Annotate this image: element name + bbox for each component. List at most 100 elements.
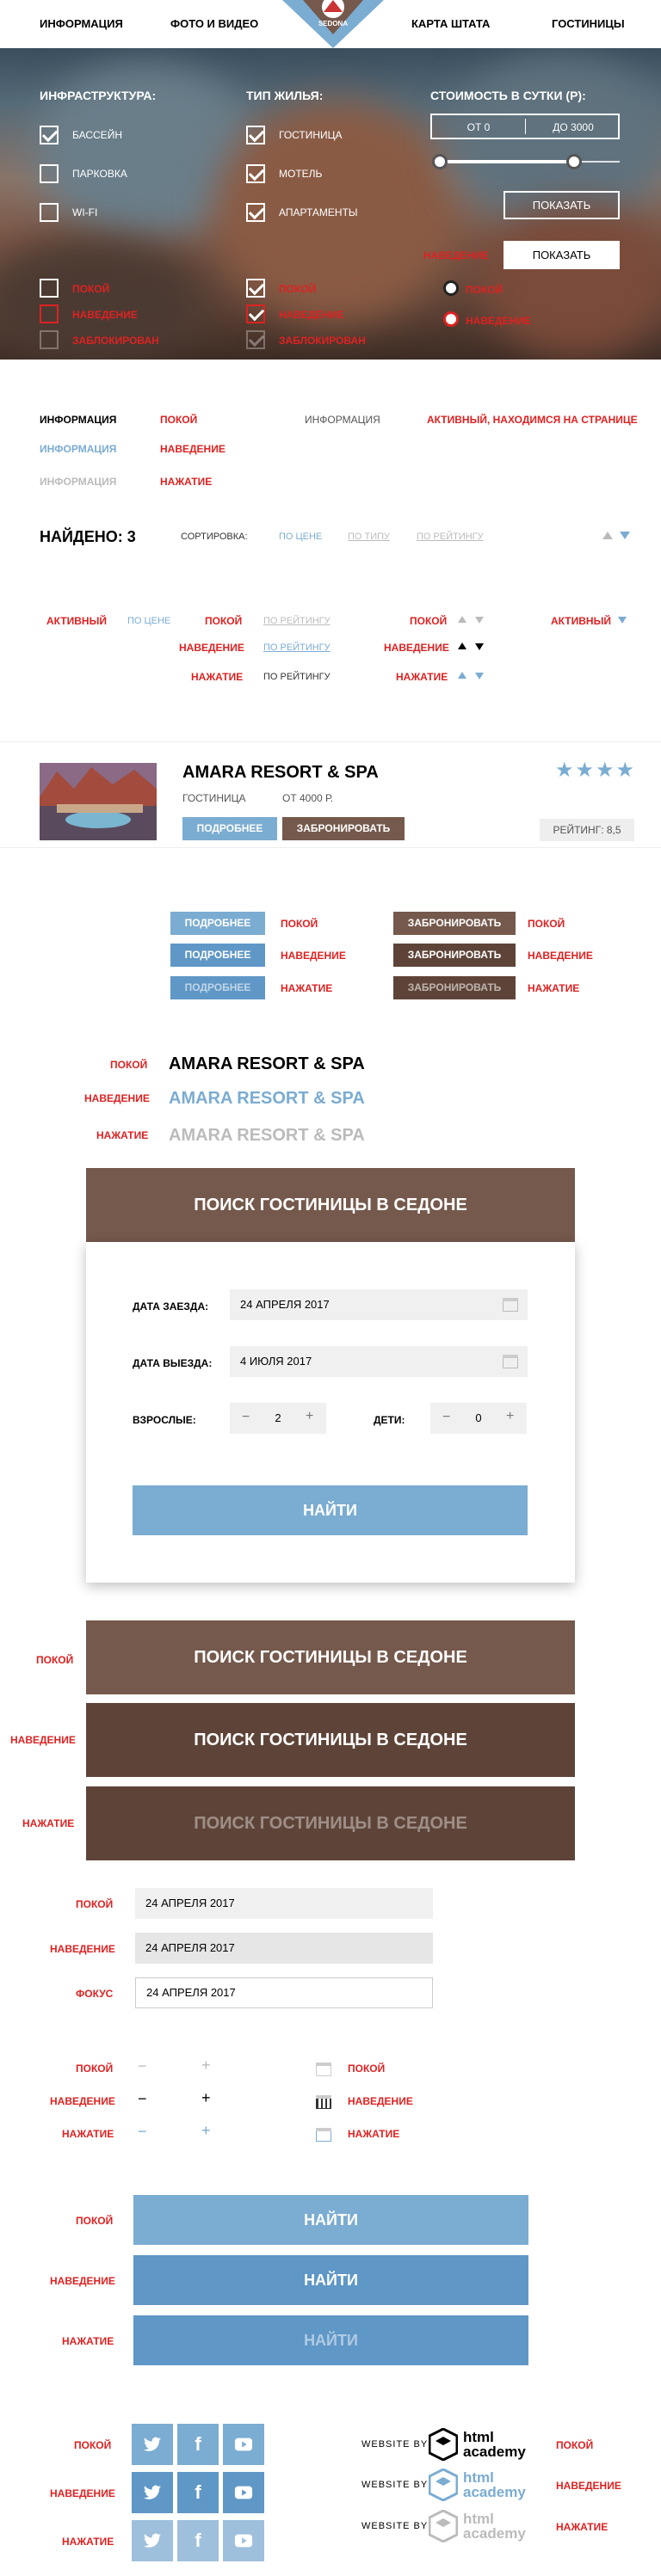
checkbox-checked-hover-state[interactable] xyxy=(246,304,265,323)
facebook-icon[interactable]: f xyxy=(177,2424,219,2465)
plus-icon[interactable]: + xyxy=(306,1409,313,1424)
youtube-icon[interactable] xyxy=(223,2472,264,2513)
facebook-icon[interactable]: f xyxy=(177,2472,219,2513)
price-slider-min-handle[interactable] xyxy=(432,154,448,169)
nav-link-hover-example[interactable]: Информация xyxy=(40,443,116,455)
book-button-press[interactable]: Забронировать xyxy=(393,976,516,999)
submit-button-rest[interactable]: Найти xyxy=(133,2195,528,2245)
slider-handle-hover-state[interactable] xyxy=(443,311,459,327)
search-header-rest[interactable]: Поиск гостиницы в Седоне xyxy=(86,1620,575,1694)
search-header-press[interactable]: Поиск гостиницы в Седоне xyxy=(86,1786,575,1860)
calendar-icon[interactable] xyxy=(503,1298,518,1312)
sort-asc-arrow[interactable] xyxy=(602,532,613,539)
plus-icon[interactable]: + xyxy=(506,1409,514,1424)
calendar-icon[interactable] xyxy=(316,2095,331,2109)
price-title: Стоимость в сутки (Р): xyxy=(430,89,586,102)
checkbox-apartments[interactable] xyxy=(246,203,265,222)
checkbox-checked-rest-state[interactable] xyxy=(246,279,265,298)
hover-state-label: Наведение xyxy=(423,249,489,261)
sort-desc-arrow[interactable] xyxy=(620,532,630,539)
search-header-hover[interactable]: Поиск гостиницы в Седоне xyxy=(86,1703,575,1777)
nav-hotels-link[interactable]: Гостиницы xyxy=(552,17,625,30)
price-from-input[interactable]: от 0 xyxy=(432,121,525,133)
arrow-press-up[interactable] xyxy=(458,672,466,679)
date-input-hover[interactable]: 24 апреля 2017 xyxy=(135,1933,433,1964)
more-button-hover[interactable]: Подробнее xyxy=(170,944,265,967)
more-button-press[interactable]: Подробнее xyxy=(170,976,265,999)
checkbox-blocked-state xyxy=(40,330,59,349)
twitter-icon[interactable] xyxy=(132,2472,173,2513)
date-input-focus[interactable]: 24 апреля 2017 xyxy=(135,1977,433,2008)
sedona-logo[interactable]: SEDONA xyxy=(277,0,389,48)
price-slider-max-handle[interactable] xyxy=(566,154,582,169)
facebook-icon[interactable]: f xyxy=(177,2520,219,2561)
show-button-hover[interactable]: Показать xyxy=(503,241,620,269)
arrow-press-down[interactable] xyxy=(475,673,484,679)
academy-logo[interactable]: html academy xyxy=(429,2428,541,2461)
label-wifi: Wi-Fi xyxy=(72,206,98,218)
hotel-more-button[interactable]: Подробнее xyxy=(182,817,277,840)
hotel-name[interactable]: Amara Resort & Spa xyxy=(182,763,379,783)
minus-icon[interactable]: − xyxy=(138,2090,147,2108)
nav-info-link[interactable]: Информация xyxy=(40,17,123,30)
checkbox-rest-state[interactable] xyxy=(40,279,59,298)
nav-link-press-example[interactable]: Информация xyxy=(40,476,116,488)
plus-icon[interactable]: + xyxy=(201,2122,211,2140)
sort-by-price[interactable]: По цене xyxy=(279,532,322,542)
youtube-icon[interactable] xyxy=(223,2520,264,2561)
checkbox-hotel[interactable] xyxy=(246,126,265,144)
minus-icon[interactable]: − xyxy=(138,2057,147,2075)
submit-button-hover[interactable]: Найти xyxy=(133,2255,528,2305)
youtube-icon[interactable] xyxy=(223,2424,264,2465)
more-button-rest[interactable]: Подробнее xyxy=(170,912,265,935)
hotel-name-hover[interactable]: Amara Resort & Spa xyxy=(169,1089,365,1109)
calendar-icon[interactable] xyxy=(316,2063,331,2076)
calendar-icon[interactable] xyxy=(316,2128,331,2142)
nav-link-active-example[interactable]: Информация xyxy=(305,414,380,426)
nav-photo-link[interactable]: Фото и видео xyxy=(170,17,258,30)
sort-active-example[interactable]: По цене xyxy=(127,616,170,626)
sort-by-type[interactable]: По типу xyxy=(348,532,390,542)
hotel-photo xyxy=(40,763,157,840)
checkbox-pool[interactable] xyxy=(40,126,59,144)
checkbox-motel[interactable] xyxy=(246,164,265,183)
arrow-rest-down[interactable] xyxy=(475,617,484,624)
twitter-icon[interactable] xyxy=(132,2424,173,2465)
date-input-rest[interactable]: 24 апреля 2017 xyxy=(135,1888,433,1919)
checkbox-parking[interactable] xyxy=(40,164,59,183)
price-to-input[interactable]: до 3000 xyxy=(527,121,620,133)
hotel-name-press[interactable]: Amara Resort & Spa xyxy=(169,1126,365,1146)
academy-logo-press[interactable]: html academy xyxy=(429,2510,541,2542)
submit-hover-label: Наведение xyxy=(50,2275,115,2287)
submit-button-press[interactable]: Найти xyxy=(133,2315,528,2365)
checkin-input[interactable]: 24 апреля 2017 xyxy=(230,1289,528,1320)
search-submit-button[interactable]: Найти xyxy=(133,1485,528,1535)
slider-handle-rest-state[interactable] xyxy=(443,280,459,296)
sort-press-example[interactable]: По рейтингу xyxy=(263,672,330,682)
show-button[interactable]: Показать xyxy=(503,191,620,219)
plus-icon[interactable]: + xyxy=(201,2056,211,2075)
book-button-hover[interactable]: Забронировать xyxy=(393,944,516,967)
sort-rest-example[interactable]: По рейтингу xyxy=(263,616,330,626)
sort-by-rating[interactable]: По рейтингу xyxy=(417,532,484,542)
search-form-header[interactable]: Поиск гостиницы в Седоне xyxy=(86,1168,575,1242)
nav-link-rest-example[interactable]: Информация xyxy=(40,414,116,426)
twitter-icon[interactable] xyxy=(132,2520,173,2561)
arrow-rest-up[interactable] xyxy=(458,616,466,623)
plus-icon[interactable]: + xyxy=(201,2089,211,2107)
hotel-book-button[interactable]: Забронировать xyxy=(282,817,405,840)
checkout-input[interactable]: 4 июля 2017 xyxy=(230,1346,528,1377)
hotel-name-rest[interactable]: Amara Resort & Spa xyxy=(169,1054,365,1074)
minus-icon[interactable]: − xyxy=(138,2123,147,2141)
checkbox-hover-state[interactable] xyxy=(40,304,59,323)
arrow-hover-down[interactable] xyxy=(475,643,484,650)
checkbox-wifi[interactable] xyxy=(40,203,59,222)
book-button-rest[interactable]: Забронировать xyxy=(393,912,516,935)
arrow-active-down[interactable] xyxy=(618,617,627,624)
arrow-hover-up[interactable] xyxy=(458,642,466,649)
nav-map-link[interactable]: Карта штата xyxy=(411,17,490,30)
academy-logo-hover[interactable]: html academy xyxy=(429,2468,541,2501)
sort-hover-example[interactable]: По рейтингу xyxy=(263,642,330,653)
calendar-icon[interactable] xyxy=(503,1355,518,1368)
arrow-press-label: Нажатие xyxy=(396,671,448,683)
